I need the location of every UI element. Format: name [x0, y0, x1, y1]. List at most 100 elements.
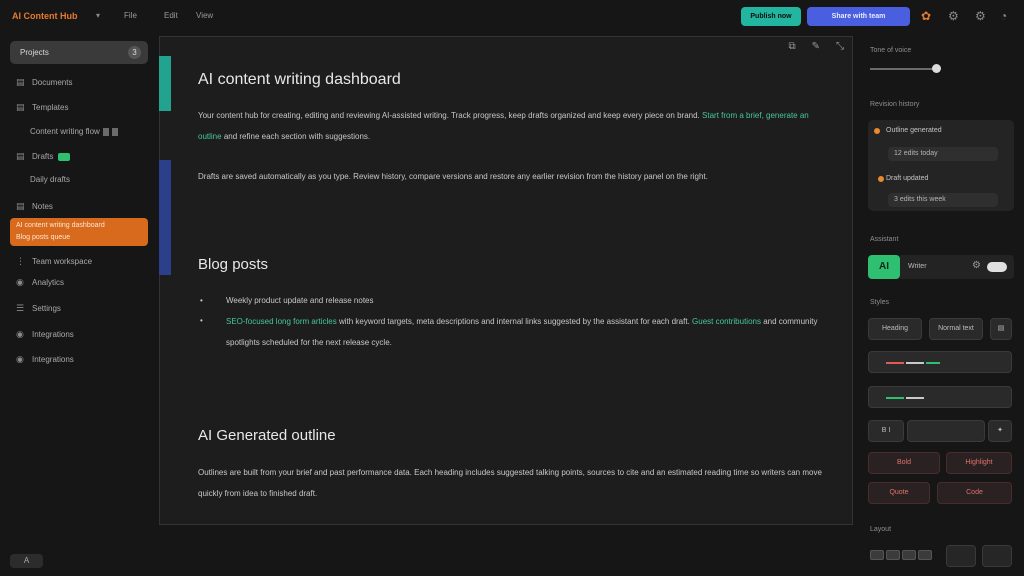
edit-icon[interactable]: ✎ [812, 41, 820, 52]
menu-file[interactable]: File [124, 11, 137, 20]
team-icon: ⋮ [16, 256, 25, 266]
template-icon: ▤ [16, 102, 25, 112]
section-marker-teal [159, 56, 171, 111]
color-bar-green [926, 362, 940, 364]
style-bold[interactable]: Bold [868, 452, 940, 474]
sidebar-item-analytics[interactable]: ◉ Analytics [16, 277, 64, 288]
style-highlight[interactable]: Highlight [946, 452, 1012, 474]
sidebar-item-label: Notes [32, 202, 53, 211]
sidebar-item-label: Analytics [32, 278, 65, 287]
font-size-slider[interactable] [907, 420, 985, 442]
section-heading-blog[interactable]: Blog posts [198, 256, 268, 273]
count-badge: 3 [128, 46, 141, 59]
color-bar-white [906, 397, 924, 399]
share-button[interactable]: Share with team [807, 7, 910, 26]
layout-button-split[interactable] [982, 545, 1012, 567]
publish-button[interactable]: Publish now [741, 7, 801, 26]
status-badge [58, 152, 71, 161]
align-icon[interactable]: ▤ [990, 318, 1012, 340]
bullet-item-2[interactable]: SEO-focused long form articles with keyw… [226, 311, 826, 353]
assistant-badge[interactable]: AI [868, 255, 900, 279]
layout-option-2[interactable] [886, 550, 900, 560]
highlighted-text: Guest contributions [692, 317, 761, 326]
style-code[interactable]: Code [937, 482, 1012, 504]
bullet-item-1[interactable]: Weekly product update and release notes [226, 290, 826, 311]
tone-slider-track[interactable] [870, 68, 934, 70]
circle-icon: ◉ [16, 354, 24, 364]
bullet-marker: • [200, 296, 203, 305]
sidebar-item-notes[interactable]: ▤ Notes [16, 201, 53, 212]
paragraph-outline[interactable]: Outlines are built from your brief and p… [198, 462, 828, 504]
assistant-label: Assistant [870, 236, 899, 243]
styles-label: Styles [870, 299, 890, 306]
sidebar-item-extra[interactable]: ◉ Integrations [16, 354, 74, 365]
sidebar-item-documents[interactable]: ▤ Documents [16, 77, 72, 88]
color-bar-green [886, 397, 904, 399]
style-heading[interactable]: Heading [868, 318, 922, 340]
layout-label: Layout [870, 526, 892, 533]
sidebar-item-team[interactable]: ⋮ Team workspace [16, 256, 92, 267]
paragraph-text: and refine each section with suggestions… [223, 132, 371, 141]
square-icon [111, 127, 118, 136]
style-normal[interactable]: Normal text [929, 318, 983, 340]
sidebar-item-label: Settings [32, 304, 61, 313]
copy-icon[interactable]: ⧉ [788, 41, 795, 52]
tone-label: Tone of voice [870, 47, 912, 54]
sidebar-item-settings[interactable]: ☰ Settings [16, 303, 61, 314]
sidebar-item-label: Drafts [32, 152, 54, 161]
style-quote[interactable]: Quote [868, 482, 930, 504]
status-dot-icon [878, 176, 884, 182]
color-bar-white [906, 362, 924, 364]
app-brand[interactable]: AI Content Hub [12, 11, 78, 21]
user-avatar[interactable]: A [10, 554, 43, 568]
chevron-down-icon[interactable]: ▾ [96, 11, 100, 20]
settings-icon[interactable]: ⚙ [975, 10, 986, 22]
bold-button[interactable]: B I [868, 420, 904, 442]
history-title: Draft updated [886, 175, 929, 182]
note-icon: ▤ [16, 201, 25, 211]
gear-icon[interactable]: ⚙ [948, 10, 959, 22]
sidebar-item-label: Documents [32, 78, 73, 87]
sidebar-item-label: Team workspace [32, 257, 93, 266]
layout-option-3[interactable] [902, 550, 916, 560]
status-dot-icon [874, 128, 880, 134]
paragraph-drafts[interactable]: Drafts are saved automatically as you ty… [198, 166, 828, 187]
sidebar-active-label: Projects [20, 48, 49, 57]
assistant-toggle[interactable] [987, 262, 1007, 272]
history-card[interactable]: Outline generated 12 edits today Draft u… [868, 120, 1014, 211]
settings-icon: ☰ [16, 303, 25, 313]
layout-button-dark[interactable] [946, 545, 976, 567]
layout-option-1[interactable] [870, 550, 884, 560]
sidebar-item-label: Integrations [32, 330, 74, 339]
layout-option-4[interactable] [918, 550, 932, 560]
doc-icon: ▤ [16, 77, 25, 87]
sidebar-item-templates[interactable]: ▤ Templates [16, 102, 68, 113]
paragraph-intro[interactable]: Your content hub for creating, editing a… [198, 105, 828, 147]
tone-slider-handle[interactable] [932, 64, 941, 73]
sidebar-item-label: Templates [32, 103, 69, 112]
collapse-icon[interactable]: ⤡ [836, 41, 844, 52]
history-meta: 12 edits today [888, 147, 998, 161]
gear-icon[interactable]: ⚙ [972, 260, 981, 271]
palette-icon[interactable]: ✿ [921, 10, 931, 22]
bullet-marker: • [200, 316, 203, 325]
document-title[interactable]: AI content writing dashboard [198, 71, 401, 89]
history-meta: 3 edits this week [888, 193, 998, 207]
sidebar-item-drafts[interactable]: ▤ Drafts [16, 151, 71, 162]
highlight-line-2: Blog posts queue [16, 234, 71, 241]
sidebar-item-label: Integrations [32, 355, 74, 364]
section-marker-blue [159, 160, 171, 275]
history-label: Revision history [870, 101, 920, 108]
format-icon[interactable]: ✦ [988, 420, 1012, 442]
paragraph-text: Your content hub for creating, editing a… [198, 111, 700, 120]
square-icon [102, 127, 109, 136]
menu-view[interactable]: View [196, 11, 213, 20]
plug-icon: ◉ [16, 329, 24, 339]
sidebar-item-integrations[interactable]: ◉ Integrations [16, 329, 74, 340]
sidebar-subitem-flow[interactable]: Content writing flow [30, 127, 118, 136]
editor-toolbar: ⧉ ✎ ⤡ [788, 41, 844, 52]
help-icon[interactable]: ◔ [1000, 10, 1007, 22]
sidebar-subitem-daily[interactable]: Daily drafts [30, 175, 70, 184]
section-heading-outline[interactable]: AI Generated outline [198, 427, 336, 444]
menu-edit[interactable]: Edit [164, 11, 178, 20]
